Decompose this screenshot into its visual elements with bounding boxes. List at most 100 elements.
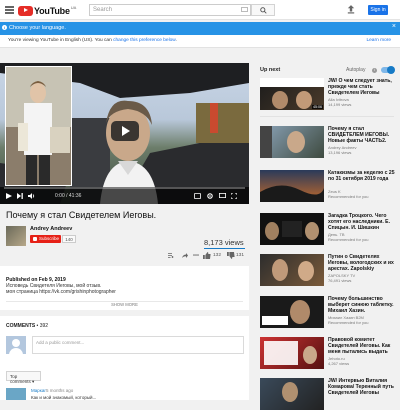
thumbnail-image	[260, 126, 305, 158]
dislike-count: 131	[236, 253, 245, 258]
like-icon[interactable]	[203, 252, 211, 259]
view-count: 76,491 views	[328, 278, 352, 283]
video-thumbnail[interactable]	[260, 213, 324, 245]
dislike-icon[interactable]	[227, 252, 235, 259]
related-video[interactable]: Путин о Свидетелях Иеговы, вологодских и…	[260, 254, 396, 286]
search-button[interactable]	[251, 4, 275, 16]
menu-icon[interactable]	[5, 6, 14, 14]
sign-in-button[interactable]: Sign in	[368, 5, 388, 15]
search-icon	[260, 7, 267, 14]
change-preference-link[interactable]: change this preference below	[113, 38, 175, 43]
video-title[interactable]: Правовой комитет Свидетелей Иеговы. Как …	[328, 337, 396, 355]
captions-icon[interactable]	[194, 193, 201, 199]
video-title[interactable]: Почему большинство выберет синюю таблетк…	[328, 296, 396, 314]
share-icon[interactable]	[182, 253, 188, 258]
theater-mode-icon[interactable]	[219, 193, 226, 198]
video-thumbnail[interactable]	[260, 337, 324, 369]
search-placeholder: Search	[93, 7, 113, 13]
like-ratio-bar	[204, 248, 245, 249]
show-more-button[interactable]: SHOW MORE	[0, 302, 249, 307]
video-thumbnail[interactable]	[260, 254, 324, 286]
video-thumbnail[interactable]: 45:06	[260, 78, 324, 110]
autoplay-label: Autoplay	[346, 67, 366, 73]
info-icon: i	[2, 25, 7, 30]
view-count: Recommended for you	[328, 237, 369, 242]
logo-region: UA	[70, 5, 77, 10]
view-count: 4,267 views	[328, 361, 350, 366]
notice-body-suffix: .	[175, 38, 177, 43]
subscribe-button[interactable]: Subscribe	[30, 235, 61, 243]
related-video[interactable]: JW/ Интервью Виталия Комарова/ Теренный …	[260, 378, 396, 410]
progress-bar[interactable]	[4, 187, 245, 189]
settings-gear-icon[interactable]	[207, 193, 213, 199]
thumbnail-image	[264, 341, 317, 365]
video-title[interactable]: Почему я стал СВИДЕТЕЛЕМ ИЕГОВЫ. Новые ф…	[328, 126, 396, 144]
thumbnail-image	[260, 185, 324, 202]
comments-section: COMMENTS • 392 Add a public comment... T…	[0, 316, 249, 400]
comments-header: COMMENTS • 392	[6, 323, 49, 329]
close-icon[interactable]: ×	[392, 23, 396, 30]
info-icon[interactable]: i	[372, 68, 377, 73]
keyboard-icon[interactable]	[241, 7, 248, 12]
related-video[interactable]: Загадка Троцкого. Чего хотят его наследн…	[260, 213, 396, 245]
comment-author[interactable]: Маркаr	[31, 388, 46, 393]
up-next-video[interactable]: 45:06 JW/ О чем следует знать, прежде че…	[260, 78, 396, 110]
related-video[interactable]: Катакизмы за неделю с 25 по 31 октября 2…	[260, 170, 396, 202]
volume-icon[interactable]	[28, 193, 35, 199]
add-to-icon[interactable]	[168, 253, 174, 258]
related-video[interactable]: Правовой комитет Свидетелей Иеговы. Как …	[260, 337, 396, 369]
notice-header: i Choose your language. ×	[0, 22, 400, 35]
comments-label: COMMENTS	[6, 323, 36, 329]
search-input[interactable]: Search	[89, 4, 251, 16]
like-count: 132	[213, 253, 222, 258]
thumbnail-image	[262, 300, 310, 325]
up-next-label: Up next	[260, 67, 281, 73]
channel-name[interactable]: Andrey Andreev	[30, 226, 72, 232]
video-title[interactable]: Путин о Свидетелях Иеговы, вологодских и…	[328, 254, 396, 272]
video-title[interactable]: Загадка Троцкого. Чего хотят его наследн…	[328, 213, 396, 231]
logo-text: YouTube	[34, 5, 70, 16]
video-thumbnail[interactable]	[260, 296, 324, 328]
comment-time[interactable]: 5 months ago	[46, 388, 73, 393]
notice-body-prefix: You're viewing YouTube in English (US). …	[8, 38, 114, 43]
related-video[interactable]: Почему я стал СВИДЕТЕЛЕМ ИЕГОВЫ. Новые ф…	[260, 126, 396, 158]
subscriber-count: 140	[62, 235, 76, 243]
comment-text: Как и мой знакомый, который...	[31, 395, 97, 400]
view-count: Recommended for you	[328, 320, 369, 325]
description-line: моя страница https://vk.com/grishinphoto…	[6, 289, 116, 295]
video-title[interactable]: JW/ О чем следует знать, прежде чем стат…	[328, 78, 396, 96]
user-avatar	[6, 336, 26, 354]
comment-avatar[interactable]	[6, 388, 26, 400]
play-icon[interactable]	[6, 193, 12, 199]
view-count: 8,173 views	[204, 238, 244, 247]
learn-more-link[interactable]: Learn more	[366, 38, 391, 43]
thumbnail-image	[282, 382, 298, 402]
video-title[interactable]: Катакизмы за неделю с 25 по 31 октября 2…	[328, 170, 396, 182]
channel-avatar[interactable]	[6, 226, 26, 246]
thumbnail-image	[272, 259, 314, 281]
video-thumbnail[interactable]	[260, 378, 324, 410]
divider	[260, 116, 394, 117]
next-icon[interactable]	[17, 193, 23, 199]
time-display: 0:00 / 41:36	[55, 193, 82, 199]
language-notice: i Choose your language. × You're viewing…	[0, 22, 400, 48]
description-panel: Published on Feb 9, 2019 Исповедь Свидет…	[0, 266, 249, 310]
fullscreen-icon[interactable]	[231, 193, 237, 199]
video-thumbnail[interactable]	[260, 126, 324, 158]
comment-input[interactable]: Add a public comment...	[32, 336, 244, 354]
video-title[interactable]: JW/ Интервью Виталия Комарова/ Теренный …	[328, 378, 396, 396]
youtube-play-icon	[18, 5, 33, 16]
video-player[interactable]: 0:00 / 41:36	[0, 63, 249, 204]
view-count: 14,199 views	[328, 102, 352, 107]
youtube-logo[interactable]: YouTube UA	[18, 5, 76, 16]
large-play-button[interactable]	[111, 121, 139, 141]
related-video[interactable]: Почему большинство выберет синюю таблетк…	[260, 296, 396, 328]
notice-title: Choose your language.	[9, 25, 66, 31]
sort-comments-button[interactable]: Top comments ▾	[6, 371, 41, 384]
more-icon[interactable]	[193, 254, 199, 256]
video-thumbnail[interactable]	[260, 170, 324, 202]
view-count: 13,196 views	[328, 150, 352, 155]
comments-count: 392	[39, 323, 49, 329]
upload-icon[interactable]	[347, 5, 355, 14]
autoplay-toggle-knob[interactable]	[387, 66, 395, 74]
